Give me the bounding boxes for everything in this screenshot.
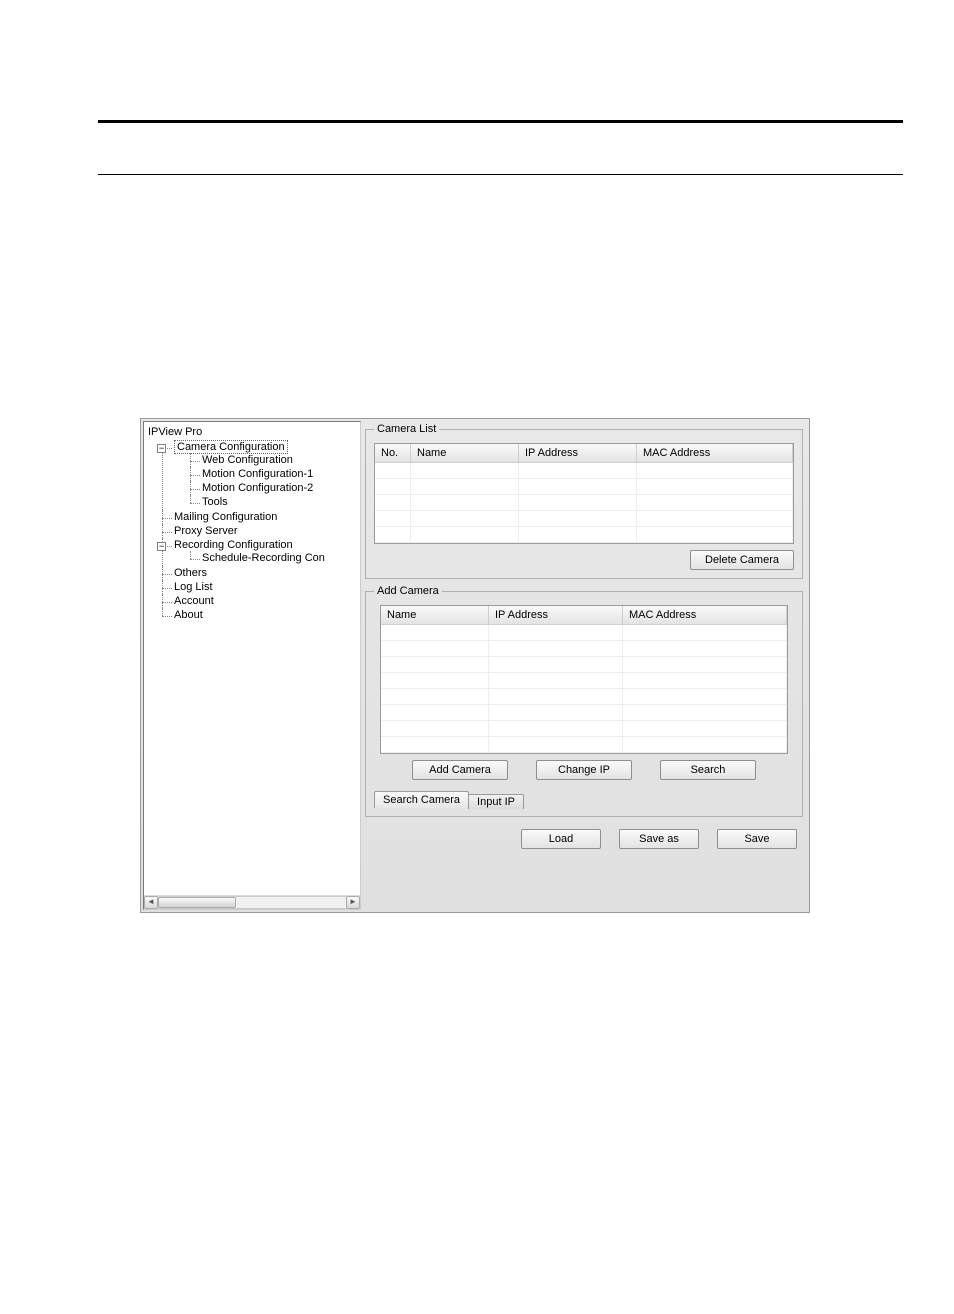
tree-root-label: IPView Pro bbox=[146, 424, 360, 440]
tree-item-motion-2[interactable]: Motion Configuration-2 bbox=[202, 482, 313, 494]
tree-item-sched-recording[interactable]: Schedule-Recording Con bbox=[202, 552, 325, 564]
scroll-left-icon[interactable]: ◄ bbox=[144, 896, 158, 909]
add-camera-button[interactable]: Add Camera bbox=[412, 760, 508, 780]
save-button[interactable]: Save bbox=[717, 829, 797, 849]
change-ip-button[interactable]: Change IP bbox=[536, 760, 632, 780]
add-camera-legend: Add Camera bbox=[374, 585, 442, 597]
tree-item-camera-config[interactable]: Camera Configuration bbox=[174, 440, 288, 454]
tree-item-motion-1[interactable]: Motion Configuration-1 bbox=[202, 468, 313, 480]
table-row[interactable] bbox=[381, 673, 787, 689]
tree-item-others[interactable]: Others bbox=[174, 567, 207, 579]
tree-item-about[interactable]: About bbox=[174, 609, 203, 621]
table-row[interactable] bbox=[381, 641, 787, 657]
search-button[interactable]: Search bbox=[660, 760, 756, 780]
table-row[interactable] bbox=[381, 689, 787, 705]
tree-item-tools[interactable]: Tools bbox=[202, 496, 228, 508]
col-header-ip[interactable]: IP Address bbox=[519, 444, 637, 462]
table-row[interactable] bbox=[381, 657, 787, 673]
scroll-track[interactable] bbox=[158, 896, 346, 909]
tree-item-recording[interactable]: Recording Configuration bbox=[174, 539, 293, 551]
add-camera-group: Add Camera Name IP Address MAC Address bbox=[365, 585, 803, 817]
tab-input-ip[interactable]: Input IP bbox=[468, 794, 524, 809]
table-row[interactable] bbox=[375, 511, 793, 527]
col-header-mac[interactable]: MAC Address bbox=[637, 444, 793, 462]
table-row[interactable] bbox=[381, 625, 787, 641]
table-row[interactable] bbox=[381, 737, 787, 753]
add-camera-grid[interactable]: Name IP Address MAC Address bbox=[380, 605, 788, 754]
tree-item-mailing[interactable]: Mailing Configuration bbox=[174, 511, 277, 523]
tree-item-account[interactable]: Account bbox=[174, 595, 214, 607]
expander-icon[interactable]: − bbox=[157, 444, 166, 453]
tree-item-web-config[interactable]: Web Configuration bbox=[202, 454, 293, 466]
save-as-button[interactable]: Save as bbox=[619, 829, 699, 849]
scroll-thumb[interactable] bbox=[158, 897, 236, 908]
table-row[interactable] bbox=[375, 495, 793, 511]
col-header-name[interactable]: Name bbox=[381, 606, 489, 624]
camera-list-group: Camera List No. Name IP Address MAC Addr… bbox=[365, 423, 803, 579]
table-row[interactable] bbox=[375, 479, 793, 495]
expander-icon[interactable]: − bbox=[157, 542, 166, 551]
tree-item-proxy[interactable]: Proxy Server bbox=[174, 525, 238, 537]
config-window: IPView Pro − Camera Configuration Web Co… bbox=[140, 418, 810, 913]
camera-list-legend: Camera List bbox=[374, 423, 439, 435]
delete-camera-button[interactable]: Delete Camera bbox=[690, 550, 794, 570]
col-header-no[interactable]: No. bbox=[375, 444, 411, 462]
tab-search-camera[interactable]: Search Camera bbox=[374, 791, 469, 808]
scroll-right-icon[interactable]: ► bbox=[346, 896, 360, 909]
col-header-ip[interactable]: IP Address bbox=[489, 606, 623, 624]
table-row[interactable] bbox=[381, 721, 787, 737]
col-header-mac[interactable]: MAC Address bbox=[623, 606, 787, 624]
table-row[interactable] bbox=[375, 463, 793, 479]
nav-tree-pane: IPView Pro − Camera Configuration Web Co… bbox=[143, 421, 361, 910]
tree-item-log-list[interactable]: Log List bbox=[174, 581, 213, 593]
col-header-name[interactable]: Name bbox=[411, 444, 519, 462]
horizontal-scrollbar[interactable]: ◄ ► bbox=[144, 895, 360, 909]
load-button[interactable]: Load bbox=[521, 829, 601, 849]
table-row[interactable] bbox=[375, 527, 793, 543]
table-row[interactable] bbox=[381, 705, 787, 721]
camera-list-grid[interactable]: No. Name IP Address MAC Address bbox=[374, 443, 794, 544]
